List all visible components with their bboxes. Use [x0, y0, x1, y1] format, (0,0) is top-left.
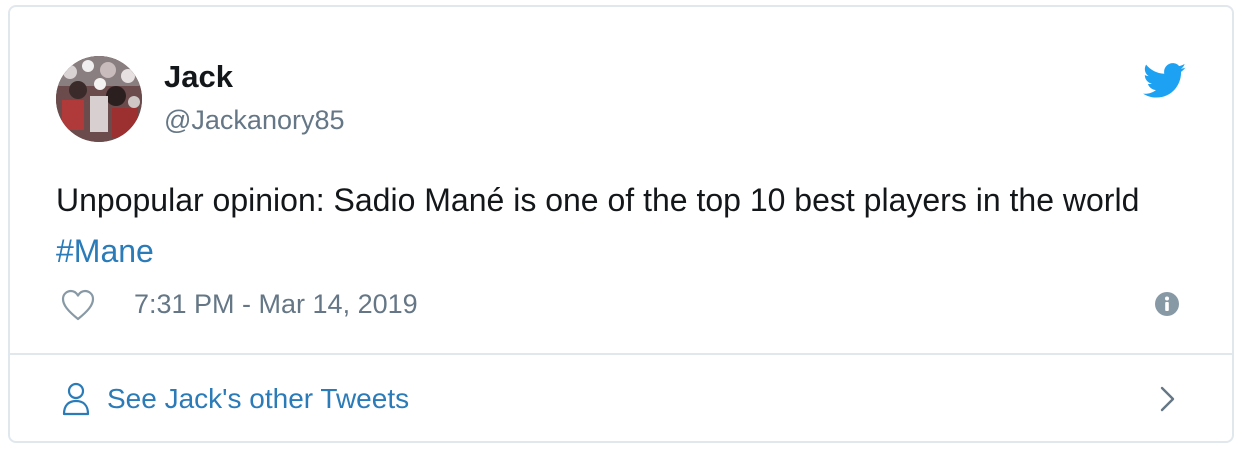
tweet-text: Unpopular opinion: Sadio Mané is one of … — [56, 175, 1196, 277]
hashtag-link[interactable]: #Mane — [56, 233, 154, 269]
tweet-timestamp[interactable]: 7:31 PM - Mar 14, 2019 — [134, 287, 418, 321]
info-icon[interactable] — [1154, 291, 1180, 317]
tweet-body: Unpopular opinion: Sadio Mané is one of … — [56, 182, 1140, 218]
display-name[interactable]: Jack — [164, 59, 233, 95]
tweet-card: Jack @Jackanory85 Unpopular opinion: Sad… — [8, 5, 1234, 443]
twitter-bird-icon[interactable] — [1143, 63, 1187, 99]
chevron-right-icon[interactable] — [1158, 384, 1178, 414]
see-other-tweets-link[interactable]: See Jack's other Tweets — [10, 355, 1232, 443]
avatar[interactable] — [56, 56, 142, 142]
heart-icon[interactable] — [60, 288, 96, 322]
person-icon — [62, 382, 90, 416]
see-other-tweets-label[interactable]: See Jack's other Tweets — [107, 382, 409, 416]
user-handle[interactable]: @Jackanory85 — [164, 103, 345, 137]
